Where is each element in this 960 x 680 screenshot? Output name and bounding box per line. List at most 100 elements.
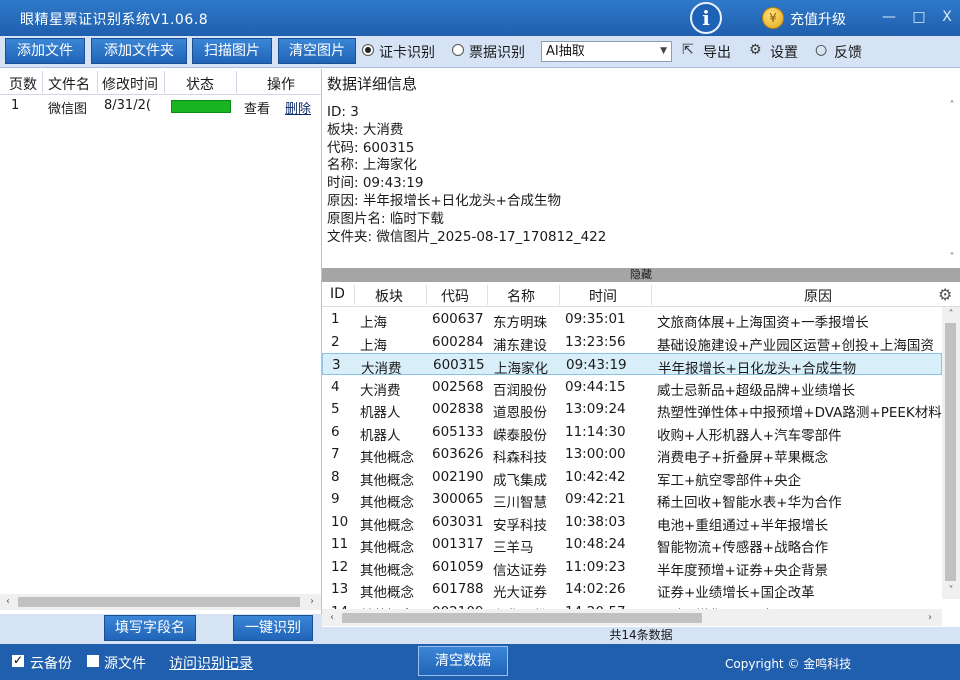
clear-data-button[interactable]: 清空数据: [418, 646, 508, 676]
column-divider[interactable]: [354, 285, 355, 305]
table-cell: 其他概念: [360, 562, 414, 579]
table-row[interactable]: 5 机器人 002838 道恩股份 13:09:24 热塑性弹性体+中报预增+DVA路测+…: [322, 398, 942, 421]
clear-images-button[interactable]: 清空图片: [278, 38, 356, 64]
table-row[interactable]: 10 其他概念 603031 安孚科技 10:38:03 电池+重组通过+半年报增长: [322, 511, 942, 534]
table-cell: 安孚科技: [493, 517, 547, 534]
gear-icon[interactable]: ⚙: [938, 285, 952, 304]
table-row[interactable]: 11 其他概念 001317 三羊马 10:48:24 智能物流+传感器+战略合作: [322, 533, 942, 556]
export-button[interactable]: 导出: [703, 42, 731, 62]
one-click-recognize-button[interactable]: 一键识别: [233, 615, 313, 641]
col-sector[interactable]: 板块: [375, 286, 403, 306]
cloud-backup-checkbox[interactable]: [12, 653, 24, 667]
table-cell: 603031: [432, 513, 484, 530]
file-page: 1: [11, 98, 20, 113]
file-list-hscrollbar[interactable]: ‹ ›: [0, 594, 321, 610]
view-link[interactable]: 查看: [244, 98, 270, 117]
table-cell: 东方明珠: [493, 315, 547, 331]
file-row[interactable]: 1 微信图 8/31/2( 查看 删除: [0, 98, 321, 117]
history-link[interactable]: 访问识别记录: [169, 653, 253, 673]
scroll-right-icon[interactable]: ›: [304, 594, 320, 610]
table-cell: 300065: [432, 491, 484, 507]
scroll-up-icon[interactable]: ˄: [944, 98, 960, 114]
scroll-thumb[interactable]: [18, 597, 300, 607]
table-row[interactable]: 9 其他概念 300065 三川智慧 09:42:21 稀土回收+智能水表+华为合作: [322, 488, 942, 511]
table-cell: 稀土回收+智能水表+华为合作: [657, 495, 842, 511]
fill-field-names-button[interactable]: 填写字段名: [104, 615, 196, 641]
maximize-icon[interactable]: □: [908, 6, 930, 28]
col-code[interactable]: 代码: [441, 286, 469, 306]
table-row[interactable]: 7 其他概念 603626 科森科技 13:00:00 消费电子+折叠屏+苹果概念: [322, 443, 942, 466]
table-row[interactable]: 3 大消费 600315 上海家化 09:43:19 半年报增长+日化龙头+合成生物: [322, 353, 942, 377]
col-modified[interactable]: 修改时间: [102, 74, 158, 94]
grid-vscrollbar[interactable]: ˄ ˅: [942, 307, 960, 599]
table-cell: 上海: [360, 337, 387, 354]
scan-image-button[interactable]: 扫描图片: [192, 38, 272, 64]
table-cell: 智能物流+传感器+战略合作: [657, 540, 829, 556]
table-cell: 002190: [432, 468, 484, 485]
minimize-icon[interactable]: —: [878, 6, 900, 28]
close-icon[interactable]: X: [936, 6, 958, 28]
col-action[interactable]: 操作: [267, 74, 295, 94]
column-divider[interactable]: [97, 71, 98, 93]
col-time[interactable]: 时间: [589, 286, 617, 306]
col-id[interactable]: ID: [330, 286, 345, 302]
source-file-checkbox[interactable]: [87, 655, 99, 667]
table-cell: 600315: [433, 357, 485, 373]
grid-hscrollbar[interactable]: ‹ ›: [322, 610, 942, 626]
mode-receipt-radio[interactable]: [452, 44, 464, 56]
col-page[interactable]: 页数: [9, 74, 37, 94]
table-row[interactable]: 4 大消费 002568 百润股份 09:44:15 威士忌新品+超级品牌+业绩增长: [322, 376, 942, 399]
table-cell: 4: [331, 378, 340, 395]
table-cell: 7: [331, 446, 340, 462]
info-icon[interactable]: i: [690, 2, 722, 34]
col-name[interactable]: 名称: [507, 286, 535, 306]
feedback-icon: ○: [815, 42, 828, 58]
table-cell: 其他概念: [360, 517, 414, 534]
column-divider[interactable]: [651, 285, 652, 305]
scroll-up-icon[interactable]: ˄: [943, 307, 959, 323]
table-row[interactable]: 6 机器人 605133 嵘泰股份 11:14:30 收购+人形机器人+汽车零部件: [322, 421, 942, 444]
table-cell: 11: [331, 536, 349, 552]
detail-text: ID: 3 板块: 大消费 代码: 600315 名称: 上海家化 时间: 09…: [327, 104, 606, 246]
col-status[interactable]: 状态: [186, 74, 214, 94]
scroll-right-icon[interactable]: ›: [922, 610, 938, 626]
detail-vscrollbar[interactable]: ˄ ˅: [943, 98, 960, 268]
table-cell: 文旅商体展+上海国资+一季报增长: [657, 315, 869, 331]
col-filename[interactable]: 文件名: [48, 74, 90, 94]
scroll-thumb[interactable]: [342, 613, 702, 623]
table-cell: 10:42:42: [565, 468, 626, 485]
hide-toggle-bar[interactable]: 隐藏: [322, 268, 960, 282]
column-divider[interactable]: [236, 71, 237, 93]
scroll-down-icon[interactable]: ˅: [944, 250, 960, 266]
extract-mode-select[interactable]: AI抽取 ▼: [541, 41, 672, 62]
delete-link[interactable]: 删除: [285, 98, 311, 117]
scroll-left-icon[interactable]: ‹: [324, 610, 340, 626]
table-cell: 601788: [432, 581, 484, 597]
column-divider[interactable]: [42, 71, 43, 93]
add-folder-button[interactable]: 添加文件夹: [91, 38, 187, 64]
add-file-button[interactable]: 添加文件: [5, 38, 85, 64]
column-divider[interactable]: [559, 285, 560, 305]
col-reason[interactable]: 原因: [804, 286, 832, 306]
table-cell: 14:02:26: [565, 581, 626, 597]
scroll-thumb[interactable]: [945, 323, 956, 581]
column-divider[interactable]: [164, 71, 165, 93]
column-divider[interactable]: [426, 285, 427, 305]
table-row[interactable]: 12 其他概念 601059 信达证券 11:09:23 半年度预增+证券+央企背景: [322, 556, 942, 579]
scroll-down-icon[interactable]: ˅: [943, 583, 959, 599]
table-row[interactable]: 1 上海 600637 东方明珠 09:35:01 文旅商体展+上海国资+一季报增长: [322, 308, 942, 331]
table-row[interactable]: 13 其他概念 601788 光大证券 14:02:26 证券+业绩增长+国企改革: [322, 578, 942, 601]
table-row[interactable]: 2 上海 600284 浦东建设 13:23:56 基础设施建设+产业园区运营+创投+上海…: [322, 331, 942, 354]
scroll-left-icon[interactable]: ‹: [0, 594, 16, 610]
column-divider[interactable]: [487, 285, 488, 305]
settings-button[interactable]: 设置: [770, 42, 798, 62]
coin-icon[interactable]: ¥: [762, 7, 784, 29]
recharge-upgrade-button[interactable]: 充值升级: [790, 9, 846, 29]
mode-card-radio[interactable]: [362, 44, 374, 56]
footer-bar: 云备份 源文件 访问识别记录 清空数据 Copyright © 金鸣科技: [0, 644, 960, 680]
table-cell: 电池+重组通过+半年报增长: [657, 517, 829, 534]
table-row[interactable]: 8 其他概念 002190 成飞集成 10:42:42 军工+航空零部件+央企: [322, 466, 942, 489]
table-cell: 基础设施建设+产业园区运营+创投+上海国资: [657, 337, 934, 354]
table-cell: 600284: [432, 333, 484, 350]
feedback-button[interactable]: 反馈: [834, 42, 862, 62]
